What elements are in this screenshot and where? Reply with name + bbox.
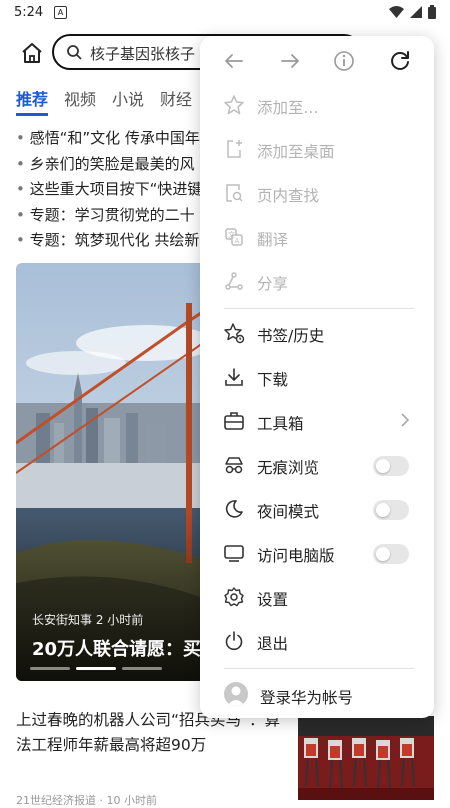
tab-video[interactable]: 视频 xyxy=(64,86,96,116)
menu-item-add-to-desktop: 添加至桌面 xyxy=(200,128,434,172)
menu-item-toolbox[interactable]: 工具箱 xyxy=(200,400,434,444)
menu-item-label: 设置 xyxy=(257,591,289,609)
news-list: 感悟“和”文化 传承中国年 乡亲们的笑脸是最美的风 这些重大项目按下“快进键 专… xyxy=(16,126,216,254)
menu-item-bookmarks-history[interactable]: 书签/历史 xyxy=(200,312,434,356)
hero-card[interactable]: 长安街知事 2 小时前 20万人联合请愿：买 xyxy=(16,263,216,681)
status-bar: 5:24 A xyxy=(0,0,450,26)
news-item[interactable]: 感悟“和”文化 传承中国年 xyxy=(16,126,216,152)
menu-item-label: 翻译 xyxy=(257,231,289,249)
menu-item-label: 访问电脑版 xyxy=(257,547,335,565)
desktop-icon xyxy=(224,545,244,562)
browser-menu: 添加至... 添加至桌面 页内查找 文A 翻译 分享 书签/历史 下载 工具箱 … xyxy=(200,36,434,718)
category-tabs: 推荐 视频 小说 财经 xyxy=(16,86,192,116)
forward-arrow-icon[interactable] xyxy=(277,48,303,74)
menu-divider xyxy=(224,668,414,669)
menu-item-share: 分享 xyxy=(200,260,434,304)
menu-item-label: 页内查找 xyxy=(257,187,320,205)
carousel-dot xyxy=(30,667,70,670)
hero-time: 2 小时前 xyxy=(95,613,144,627)
menu-item-translate: 文A 翻译 xyxy=(200,216,434,260)
carousel-dot xyxy=(122,667,162,670)
article-thumbnail[interactable] xyxy=(298,716,434,800)
article-source: 21世纪经济报道 · 10 小时前 xyxy=(16,794,157,807)
tab-novel[interactable]: 小说 xyxy=(112,86,144,116)
menu-item-night-mode[interactable]: 夜间模式 xyxy=(200,488,434,532)
carousel-dot-active xyxy=(76,667,116,670)
moon-icon xyxy=(225,500,243,518)
menu-item-add-to: 添加至... xyxy=(200,84,434,128)
home-icon[interactable] xyxy=(20,41,44,65)
menu-item-label: 书签/历史 xyxy=(257,327,325,345)
menu-item-label: 工具箱 xyxy=(257,415,304,433)
avatar xyxy=(224,682,248,706)
battery-icon xyxy=(428,5,436,19)
share-icon xyxy=(225,272,243,290)
find-in-page-icon xyxy=(226,184,243,202)
refresh-icon[interactable] xyxy=(387,48,413,74)
incognito-toggle[interactable] xyxy=(373,456,409,476)
add-to-desktop-icon xyxy=(227,140,242,158)
info-icon[interactable] xyxy=(331,48,357,74)
toolbox-icon xyxy=(224,412,244,430)
menu-item-label: 下载 xyxy=(257,371,289,389)
menu-item-label: 添加至... xyxy=(257,99,319,117)
bookmark-history-icon xyxy=(224,323,245,344)
svg-text:A: A xyxy=(235,237,240,245)
carousel-indicator xyxy=(30,667,162,670)
menu-item-label: 无痕浏览 xyxy=(257,459,320,477)
menu-item-settings[interactable]: 设置 xyxy=(200,576,434,620)
menu-item-label: 退出 xyxy=(257,635,289,653)
tab-finance[interactable]: 财经 xyxy=(160,86,192,116)
status-right xyxy=(389,5,436,19)
notification-app-icon: A xyxy=(54,6,67,19)
menu-item-desktop-site[interactable]: 访问电脑版 xyxy=(200,532,434,576)
chevron-right-icon xyxy=(401,413,410,427)
news-item[interactable]: 乡亲们的笑脸是最美的风 xyxy=(16,152,216,178)
menu-item-label: 添加至桌面 xyxy=(257,143,335,161)
menu-item-label: 夜间模式 xyxy=(257,503,320,521)
news-item[interactable]: 这些重大项目按下“快进键 xyxy=(16,177,216,203)
search-icon xyxy=(67,45,82,60)
night-mode-toggle[interactable] xyxy=(373,500,409,520)
translate-icon: 文A xyxy=(225,228,243,246)
huawei-login-button[interactable]: 登录华为帐号 xyxy=(200,678,434,714)
tab-recommend[interactable]: 推荐 xyxy=(16,86,49,116)
gear-icon xyxy=(224,587,244,607)
hero-source-name: 长安街知事 xyxy=(32,613,93,627)
hero-source: 长安街知事 2 小时前 xyxy=(32,611,143,628)
menu-divider xyxy=(224,308,414,309)
news-item[interactable]: 专题：筑梦现代化 共绘新 xyxy=(16,228,216,254)
hero-headline: 20万人联合请愿：买 xyxy=(32,639,202,660)
incognito-icon xyxy=(225,457,243,474)
wifi-icon xyxy=(389,6,404,18)
star-add-icon xyxy=(224,95,244,115)
download-icon xyxy=(225,368,243,386)
menu-item-label: 分享 xyxy=(257,275,289,293)
desktop-site-toggle[interactable] xyxy=(373,544,409,564)
power-icon xyxy=(225,631,243,651)
menu-item-find-in-page: 页内查找 xyxy=(200,172,434,216)
status-time: 5:24 xyxy=(14,5,44,20)
menu-item-exit[interactable]: 退出 xyxy=(200,620,434,664)
menu-nav-row xyxy=(200,48,434,74)
robots-image xyxy=(298,716,434,800)
login-label: 登录华为帐号 xyxy=(260,689,354,707)
back-arrow-icon[interactable] xyxy=(221,48,247,74)
user-icon xyxy=(227,686,245,706)
menu-item-download[interactable]: 下载 xyxy=(200,356,434,400)
search-query: 核子基因张核子 xyxy=(90,45,196,63)
signal-icon xyxy=(410,6,422,18)
news-item[interactable]: 专题：学习贯彻党的二十 xyxy=(16,203,216,229)
menu-item-incognito[interactable]: 无痕浏览 xyxy=(200,444,434,488)
